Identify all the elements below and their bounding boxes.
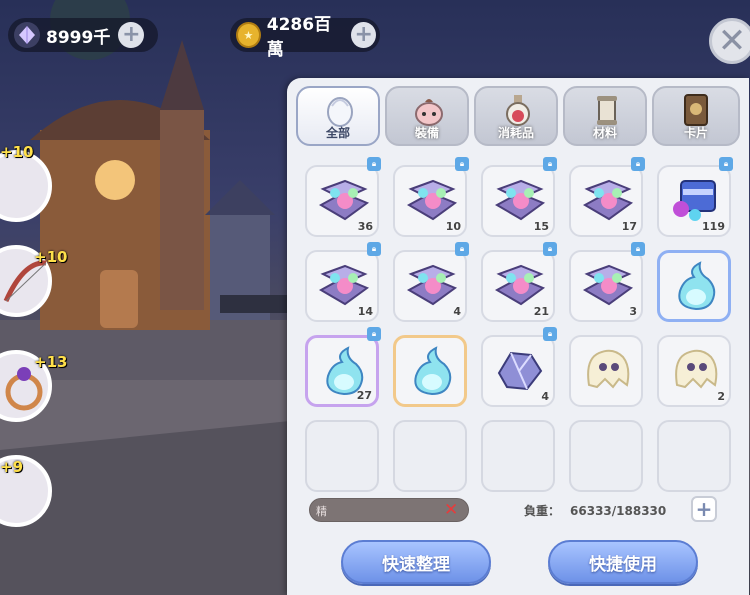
item-count: 10 xyxy=(445,220,461,233)
item-count: 3 xyxy=(629,305,637,318)
item-count: 4 xyxy=(541,390,549,403)
equip-level: +13 xyxy=(34,353,68,371)
scroll-icon xyxy=(597,96,617,125)
lock-icon[interactable]: 🔒︎ xyxy=(367,242,381,256)
egg-icon xyxy=(327,97,353,127)
inventory-slot[interactable]: 3 xyxy=(569,250,643,322)
expand-capacity-button[interactable]: + xyxy=(691,496,717,522)
item-count: 27 xyxy=(356,389,372,402)
weight-label: 負重： xyxy=(524,504,561,518)
equip-level: +10 xyxy=(34,248,68,266)
tab-cards[interactable]: 卡片 xyxy=(652,86,740,146)
item-count: 17 xyxy=(621,220,637,233)
inventory-slot[interactable] xyxy=(393,335,467,407)
chest-icon xyxy=(579,260,635,314)
quick-sort-button[interactable]: 快速整理 xyxy=(341,540,491,584)
item-count: 119 xyxy=(702,220,725,233)
item-count: 14 xyxy=(357,305,373,318)
poring-icon xyxy=(415,99,443,126)
chest-icon xyxy=(403,260,459,314)
card-icon xyxy=(684,94,708,126)
lock-icon[interactable]: 🔒︎ xyxy=(719,157,733,171)
empty-inventory-slot[interactable] xyxy=(569,420,643,492)
spirit-flame-icon xyxy=(668,261,724,317)
gold-value: 4286百萬 xyxy=(266,15,332,60)
lock-icon[interactable]: 🔒︎ xyxy=(367,327,381,341)
inventory-panel: 全部 裝備 消耗品 材料 卡片 36 🔒︎ 10 🔒︎ 15 🔒︎ 17 🔒︎ 119 🔒︎ 14 🔒… xyxy=(287,78,749,595)
tab-consumables[interactable]: 消耗品 xyxy=(474,86,558,146)
tab-label: 卡片 xyxy=(683,126,708,140)
inventory-slot[interactable]: 14 xyxy=(305,250,379,322)
tab-label: 材料 xyxy=(592,126,617,140)
lock-icon[interactable]: 🔒︎ xyxy=(631,157,645,171)
item-count: 21 xyxy=(533,305,549,318)
lock-icon[interactable]: 🔒︎ xyxy=(543,327,557,341)
item-count: 4 xyxy=(453,305,461,318)
search-box[interactable]: ✕ xyxy=(309,498,469,522)
inventory-slot[interactable]: 4 xyxy=(481,335,555,407)
inventory-slot[interactable]: 119 xyxy=(657,165,731,237)
inventory-slot[interactable] xyxy=(569,335,643,407)
inventory-slot[interactable]: 4 xyxy=(393,250,467,322)
crystal-currency: 8999千 + xyxy=(8,18,158,52)
tab-equipment[interactable]: 裝備 xyxy=(385,86,469,146)
clear-search-button[interactable]: ✕ xyxy=(444,500,458,520)
tab-label: 全部 xyxy=(325,126,350,140)
close-icon: ✕ xyxy=(717,21,747,61)
lock-icon[interactable]: 🔒︎ xyxy=(543,242,557,256)
inventory-slot[interactable]: 17 xyxy=(569,165,643,237)
potion-icon xyxy=(506,95,530,126)
add-gold-button[interactable]: + xyxy=(351,22,376,48)
gold-coin-icon: ★ xyxy=(236,22,261,48)
quick-use-button[interactable]: 快捷使用 xyxy=(548,540,698,584)
empty-inventory-slot[interactable] xyxy=(305,420,379,492)
tab-all[interactable]: 全部 xyxy=(296,86,380,146)
inventory-slot[interactable] xyxy=(657,250,731,322)
empty-inventory-slot[interactable] xyxy=(481,420,555,492)
inventory-slot[interactable]: 10 xyxy=(393,165,467,237)
inventory-slot[interactable]: 15 xyxy=(481,165,555,237)
inventory-slot[interactable]: 2 xyxy=(657,335,731,407)
item-count: 15 xyxy=(533,220,549,233)
lock-icon[interactable]: 🔒︎ xyxy=(543,157,557,171)
inventory-slot[interactable]: 21 xyxy=(481,250,555,322)
tab-label: 裝備 xyxy=(414,126,439,140)
crystal-icon xyxy=(14,22,40,48)
ghost-cloth-icon xyxy=(667,345,723,399)
spirit-flame-icon xyxy=(404,346,460,402)
add-crystal-button[interactable]: + xyxy=(118,22,145,48)
lock-icon[interactable]: 🔒︎ xyxy=(455,242,469,256)
search-input[interactable] xyxy=(316,502,436,520)
empty-inventory-slot[interactable] xyxy=(393,420,467,492)
lock-icon[interactable]: 🔒︎ xyxy=(455,157,469,171)
equip-level: +10 xyxy=(0,143,34,161)
lock-icon[interactable]: 🔒︎ xyxy=(367,157,381,171)
item-count: 36 xyxy=(357,220,373,233)
inventory-slot[interactable]: 27 xyxy=(305,335,379,407)
item-count: 2 xyxy=(717,390,725,403)
inventory-slot[interactable]: 36 xyxy=(305,165,379,237)
close-button[interactable]: ✕ xyxy=(709,18,750,64)
ore-icon xyxy=(491,345,547,399)
empty-inventory-slot[interactable] xyxy=(657,420,731,492)
tab-materials[interactable]: 材料 xyxy=(563,86,647,146)
weight-value: 66333/188330 xyxy=(570,504,667,518)
crystal-value: 8999千 xyxy=(46,27,111,48)
ghost-cloth-icon xyxy=(579,345,635,399)
weight-display: 負重： 66333/188330 xyxy=(524,502,666,519)
lock-icon[interactable]: 🔒︎ xyxy=(631,242,645,256)
gold-currency: ★ 4286百萬 + xyxy=(230,15,380,60)
tab-label: 消耗品 xyxy=(497,126,534,140)
equip-level: +9 xyxy=(0,458,24,476)
